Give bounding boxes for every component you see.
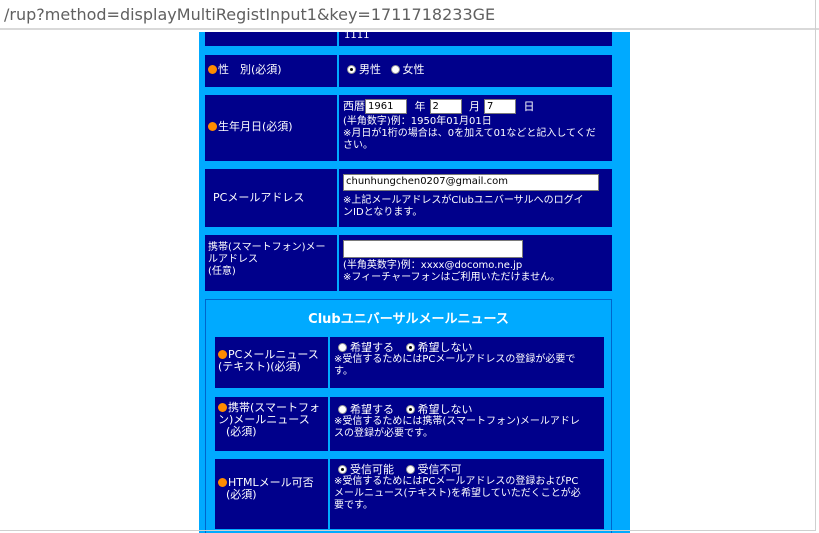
mobile-news-no-option[interactable]: 希望しない (405, 403, 473, 416)
top-row-value-cell: 1111 (339, 32, 612, 46)
gender-male-label: 男性 (359, 63, 381, 76)
radio-unchecked-icon[interactable] (338, 343, 347, 352)
month-unit: 月 (469, 99, 480, 113)
top-partial-value: 1111 (344, 32, 370, 41)
mobile-news-note-line1: ※受信するためには携帯(スマートフォン)メールアドレ (334, 416, 580, 427)
required-bullet-icon (208, 122, 217, 131)
pc-mail-input[interactable]: chunhungchen0207@gmail.com (343, 174, 599, 191)
mobile-mail-value-cell: (半角英数字)例：xxxx@docomo.ne.jp ※フィーチャーフォンはご利… (339, 235, 612, 291)
pc-news-value-cell: 希望する 希望しない ※受信するためにはPCメールアドレスの登録が必要で す。 (330, 337, 604, 388)
mobile-news-label-line3: (必須) (226, 425, 257, 438)
html-mail-yes-label: 受信可能 (350, 463, 394, 476)
gender-value-cell: 男性 女性 (339, 55, 612, 87)
form-page: 1111 性 別(必須) 男性 女性 生年月日(必須) 西暦 1961 年2 月7… (199, 32, 630, 533)
pc-news-yes-option[interactable]: 希望する (338, 341, 394, 354)
mobile-news-no-label: 希望しない (417, 403, 473, 416)
era-label: 西暦 (343, 99, 365, 113)
mobile-mail-feature-phone-note: ※フィーチャーフォンはご利用いただけません。 (343, 272, 561, 283)
pc-news-no-label: 希望しない (417, 341, 473, 354)
radio-checked-icon[interactable] (405, 343, 415, 352)
birthdate-note-line2: さい。 (343, 140, 373, 151)
mobile-mail-input[interactable] (343, 240, 523, 258)
top-row-label-cell (205, 32, 337, 46)
mobile-mail-label-line2: ルアドレス (208, 254, 258, 265)
url-text: /rup?method=displayMultiRegistInput1&key… (4, 5, 496, 24)
gender-female-option[interactable]: 女性 (390, 63, 425, 76)
mobile-mail-label-line1: 携帯(スマートフォン)メー (208, 242, 326, 253)
pc-news-note-line1: ※受信するためにはPCメールアドレスの登録が必要で (334, 354, 576, 365)
pc-news-note-line2: す。 (334, 366, 353, 377)
gender-male-option[interactable]: 男性 (347, 63, 381, 76)
mobile-mail-label-cell: 携帯(スマートフォン)メー ルアドレス (任意) (205, 235, 337, 291)
gender-label: 性 別(必須) (218, 63, 282, 76)
pc-news-label-cell: PCメールニュース (テキスト)(必須) (215, 337, 328, 388)
radio-unchecked-icon[interactable] (405, 465, 415, 474)
mobile-news-yes-option[interactable]: 希望する (338, 403, 394, 416)
birthdate-note-line1: ※月日が1桁の場合は、0を加えて01などと記入してくだ (343, 128, 596, 139)
pc-news-yes-label: 希望する (350, 341, 394, 354)
required-bullet-icon (208, 65, 217, 74)
html-mail-label-cell: HTMLメール可否 (必須) (215, 459, 328, 529)
year-unit: 年 (414, 99, 426, 113)
html-mail-yes-option[interactable]: 受信可能 (338, 463, 394, 476)
html-mail-note-line3: 要です。 (334, 500, 373, 511)
mail-news-section: Clubユニバーサルメールニュース PCメールニュース (テキスト)(必須) 希… (205, 299, 612, 533)
html-mail-value-cell: 受信可能 受信不可 ※受信するためにはPCメールアドレスの登録およびPC メール… (330, 459, 604, 529)
gender-female-label: 女性 (402, 63, 425, 76)
pc-news-label-line2: (テキスト)(必須) (218, 360, 301, 373)
birthdate-value-cell: 西暦 1961 年2 月7 日 (半角数字)例：1950年01月01日 ※月日が1… (339, 95, 612, 161)
required-bullet-icon (218, 478, 227, 487)
gender-label-cell: 性 別(必須) (205, 55, 337, 87)
pc-mail-note-line2: ンIDとなります。 (343, 207, 423, 218)
day-unit: 日 (523, 99, 535, 113)
mobile-news-label-cell: 携帯(スマートフォ ン)メールニュース (必須) (215, 397, 328, 451)
birthdate-label-cell: 生年月日(必須) (205, 95, 337, 161)
pc-mail-value-cell: chunhungchen0207@gmail.com ※上記メールアドレスがCl… (339, 169, 612, 227)
birthdate-label: 生年月日(必須) (218, 120, 293, 133)
address-bar[interactable]: /rup?method=displayMultiRegistInput1&key… (0, 0, 819, 30)
mobile-news-yes-label: 希望する (350, 403, 394, 416)
birth-month-input[interactable]: 2 (429, 99, 462, 114)
html-mail-note-line1: ※受信するためにはPCメールアドレスの登録およびPC (334, 476, 579, 487)
required-bullet-icon (218, 403, 227, 412)
mobile-mail-label-line3: (任意) (208, 266, 236, 277)
radio-checked-icon[interactable] (405, 405, 415, 414)
html-mail-label-line2: (必須) (226, 488, 257, 501)
pc-mail-note-line1: ※上記メールアドレスがClubユニバーサルへのログイ (343, 195, 584, 206)
radio-unchecked-icon[interactable] (338, 405, 347, 414)
html-mail-note-line2: メールニュース(テキスト)を希望していただくことが必 (334, 488, 581, 499)
mail-news-title: Clubユニバーサルメールニュース (308, 312, 509, 327)
radio-unchecked-icon[interactable] (390, 65, 400, 74)
mobile-news-value-cell: 希望する 希望しない ※受信するためには携帯(スマートフォン)メールアドレ スの… (330, 397, 604, 451)
pc-mail-label-cell: PCメールアドレス (205, 169, 337, 227)
birth-day-input[interactable]: 7 (484, 99, 516, 114)
birth-year-input[interactable]: 1961 (365, 99, 407, 114)
pc-news-no-option[interactable]: 希望しない (405, 341, 473, 354)
mobile-news-note-line2: スの登録が必要です。 (334, 428, 433, 439)
mobile-mail-format-note: (半角英数字)例：xxxx@docomo.ne.jp (343, 260, 523, 271)
html-mail-no-option[interactable]: 受信不可 (405, 463, 462, 476)
radio-checked-icon[interactable] (347, 65, 356, 74)
pc-mail-label: PCメールアドレス (213, 191, 305, 204)
birthdate-format-note: (半角数字)例：1950年01月01日 (343, 116, 492, 127)
required-bullet-icon (218, 350, 227, 359)
radio-checked-icon[interactable] (338, 465, 347, 474)
html-mail-no-label: 受信不可 (417, 463, 462, 476)
